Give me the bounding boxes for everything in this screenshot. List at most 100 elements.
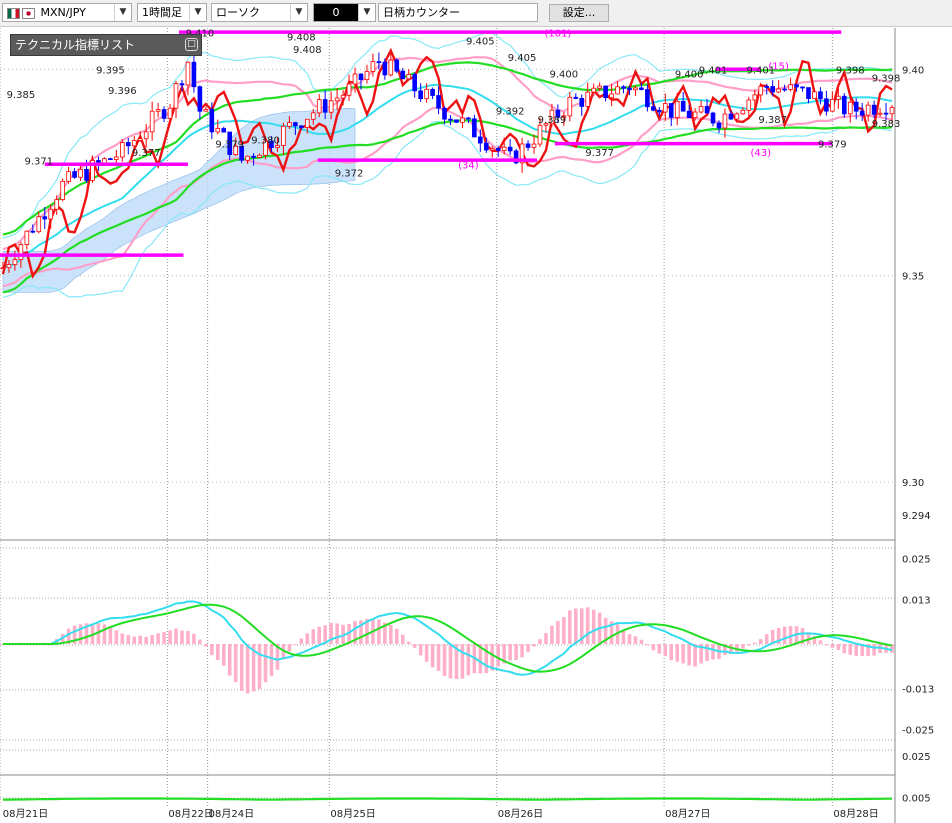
candle-body — [865, 104, 871, 116]
candle-body — [161, 109, 167, 119]
macd-histogram-bar — [221, 644, 226, 666]
candle-body — [340, 94, 346, 99]
macd-histogram-bar — [406, 641, 411, 644]
macd-histogram-bar — [412, 644, 417, 648]
candle-body — [460, 117, 465, 123]
candle-body — [108, 158, 113, 161]
y-tick-label: 9.294 — [902, 511, 931, 522]
candle-body — [400, 70, 406, 80]
indicator-list-panel[interactable]: テクニカル指標リスト □ — [10, 34, 202, 56]
macd-histogram-bar — [418, 644, 423, 656]
candle-body — [221, 128, 227, 133]
candle-body — [758, 85, 764, 96]
macd-histogram-bar — [132, 636, 137, 644]
candle-body — [406, 74, 412, 80]
price-label: 9.392 — [496, 107, 525, 118]
macd-histogram-bar — [120, 633, 125, 644]
candle-body — [442, 107, 447, 120]
candle-body — [877, 112, 883, 115]
price-label: 9.396 — [108, 86, 137, 97]
macd-histogram-bar — [573, 608, 578, 644]
candle-body — [806, 87, 811, 99]
candle-body — [692, 111, 698, 119]
candle-body — [155, 109, 161, 112]
candle-body — [495, 148, 501, 151]
candle-body — [12, 259, 18, 265]
volatility-line — [2, 797, 892, 801]
candle-body — [776, 88, 781, 93]
price-label: 9.380 — [251, 136, 280, 147]
macd-histogram-bar — [215, 644, 220, 661]
price-label: 9.395 — [96, 65, 125, 76]
price-label: 9.379 — [818, 140, 847, 151]
price-label: 9.401 — [699, 65, 728, 76]
macd-histogram-bar — [842, 644, 847, 654]
candle-body — [143, 131, 149, 140]
macd-histogram-bar — [651, 644, 656, 651]
macd-panel — [1, 600, 894, 694]
candle-body — [698, 106, 704, 113]
macd-histogram-bar — [568, 610, 572, 644]
macd-histogram-bar — [585, 607, 590, 644]
candle-body — [579, 97, 585, 107]
minimize-icon[interactable]: □ — [185, 38, 198, 51]
price-label: 9.379 — [215, 140, 244, 151]
candle-body — [537, 124, 543, 145]
candle-body — [716, 122, 722, 129]
candle-body — [257, 154, 262, 158]
macd-histogram-bar — [144, 636, 148, 644]
candle-body — [662, 103, 668, 113]
macd-histogram-bar — [186, 630, 190, 644]
macd-histogram-bar — [752, 642, 757, 644]
price-label: 9.387 — [758, 115, 787, 126]
macd-histogram-bar — [257, 644, 262, 690]
candle-body — [710, 112, 716, 124]
candle-body — [382, 61, 388, 76]
price-label: 9.405 — [508, 53, 537, 64]
macd-histogram-bar — [824, 644, 829, 645]
candle-body — [680, 100, 686, 112]
candle-body — [478, 136, 483, 144]
macd-histogram-bar — [424, 644, 429, 662]
y-tick-label: 9.35 — [902, 272, 924, 283]
candle-body — [84, 168, 89, 181]
macd-histogram-bar — [758, 639, 763, 644]
candle-body — [197, 86, 203, 112]
candle-body — [120, 142, 125, 158]
macd-tick-label: 0.025 — [902, 554, 931, 565]
macd-histogram-bar — [836, 644, 841, 650]
candle-body — [752, 94, 758, 101]
candle-body — [0, 267, 6, 270]
candle-body — [603, 85, 608, 99]
macd-histogram-bar — [508, 644, 512, 661]
candle-body — [472, 118, 477, 138]
macd-histogram-bar — [287, 644, 292, 652]
macd-histogram-bar — [681, 644, 685, 664]
candle-body — [36, 216, 42, 233]
candle-body — [734, 113, 740, 120]
macd-histogram-bar — [669, 644, 674, 661]
candle-body — [322, 99, 328, 113]
x-tick-label: 08月22日 — [168, 808, 213, 820]
candle-body — [66, 171, 71, 182]
macd-histogram-bar — [299, 638, 304, 644]
candle-body — [740, 109, 746, 115]
price-label: 9.398 — [872, 74, 901, 85]
candle-body — [287, 122, 292, 127]
macd-histogram-bar — [174, 628, 178, 644]
macd-histogram-bar — [442, 644, 447, 676]
macd-histogram-bar — [526, 644, 530, 653]
macd-histogram-bar — [210, 644, 214, 656]
x-tick-label: 08月26日 — [498, 808, 543, 820]
macd-histogram-bar — [645, 644, 650, 645]
macd-histogram-bar — [747, 644, 751, 646]
price-label: 9.371 — [24, 156, 53, 167]
macd-histogram-bar — [156, 633, 160, 644]
candle-body — [686, 110, 692, 119]
candle-body — [24, 230, 30, 245]
macd-histogram-bar — [126, 634, 131, 644]
candle-body — [525, 143, 531, 148]
macd-histogram-bar — [764, 634, 769, 644]
candle-body — [310, 112, 316, 120]
macd-histogram-bar — [162, 632, 166, 644]
